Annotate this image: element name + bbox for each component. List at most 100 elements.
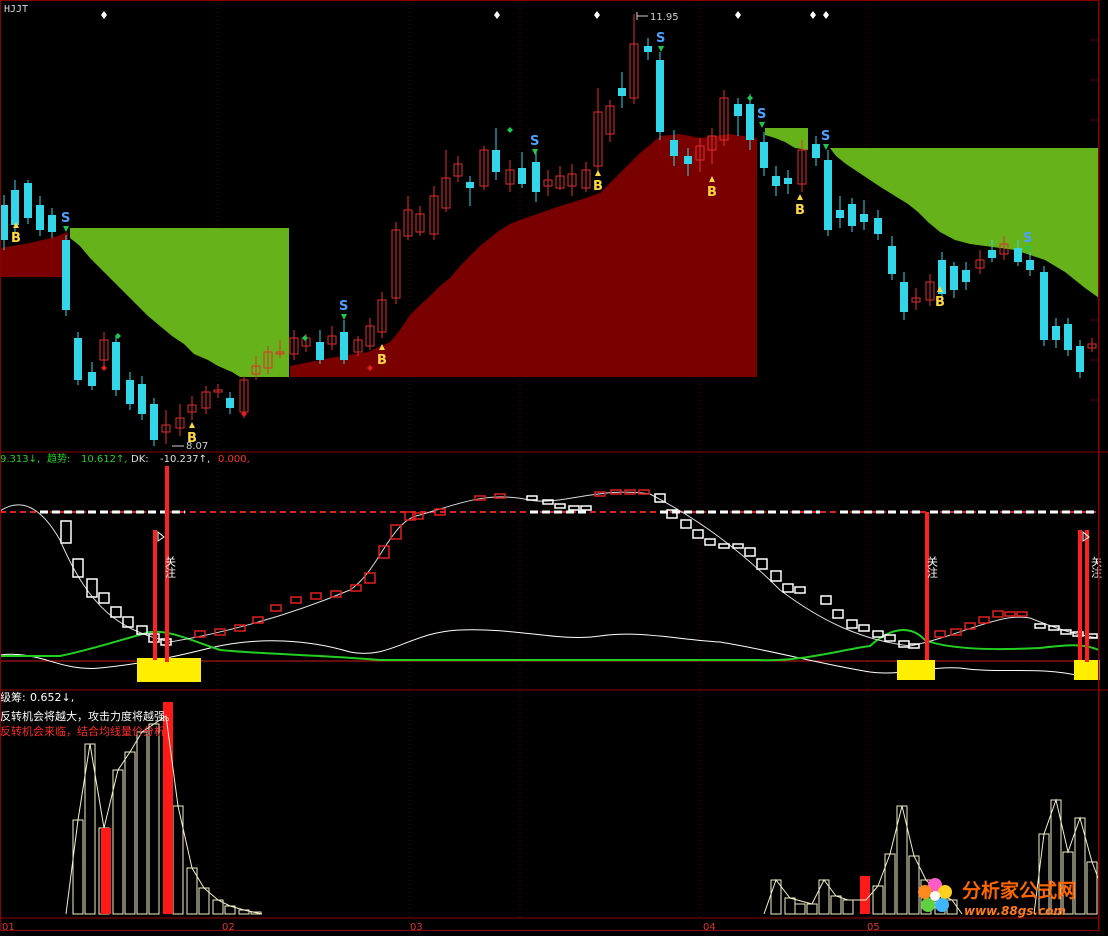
x-axis-label-01: 01 <box>2 922 15 932</box>
candle-body <box>36 205 44 230</box>
logo-url: www.88gs.com <box>964 904 1066 918</box>
price-low-label: 8.07 <box>186 441 208 452</box>
candle-body <box>466 182 474 188</box>
candle-body <box>48 215 56 232</box>
sell-signal-label: S <box>1023 231 1032 246</box>
note-line-2: 反转机会来临，结合均线量价分析 <box>0 724 165 738</box>
candle-body <box>670 140 678 156</box>
candle-body <box>11 190 19 225</box>
candle-body <box>150 404 158 440</box>
candle-down <box>74 332 82 385</box>
buy-signal-label: B <box>795 203 805 218</box>
candle-down <box>150 398 158 446</box>
candle-body <box>1014 248 1022 262</box>
candle-body <box>1064 324 1072 350</box>
yellow-zone <box>1074 660 1100 680</box>
sell-signal-label: S <box>656 31 665 46</box>
chips-value: 0.652↓, <box>30 691 74 704</box>
candle-body <box>772 176 780 186</box>
candle-body <box>836 210 844 218</box>
sell-signal-label: S <box>339 299 348 314</box>
candle-down <box>656 52 664 140</box>
attention-label: 关注 <box>926 555 939 578</box>
candle-down <box>112 336 120 396</box>
candle-body <box>62 240 70 310</box>
candle-body <box>760 142 768 168</box>
candle-down <box>1040 266 1048 346</box>
candle-body <box>734 104 742 116</box>
candle-body <box>824 160 832 230</box>
buy-signal-label: B <box>593 179 603 194</box>
chips-label: 级筹: <box>0 690 26 704</box>
attention-spike <box>153 530 157 660</box>
candle-body <box>950 266 958 290</box>
candle-body <box>112 342 120 390</box>
histogram-bar-red <box>101 828 111 914</box>
candle-down <box>62 235 70 316</box>
logo-name: 分析家公式网 <box>962 879 1076 902</box>
candle-body <box>74 338 82 380</box>
candle-body <box>138 384 146 414</box>
candle-body <box>492 150 500 172</box>
attention-spike <box>1078 530 1082 660</box>
buy-signal-label: B <box>11 231 21 246</box>
candle-body <box>988 250 996 258</box>
candle-body <box>860 214 868 222</box>
candle-body <box>888 246 896 274</box>
candle-body <box>812 144 820 158</box>
candle-body <box>1026 260 1034 270</box>
sell-signal-label: S <box>757 107 766 122</box>
dk-value: -10.237↑, <box>160 454 210 465</box>
price-high-label: 11.95 <box>650 12 679 23</box>
candle-body <box>24 183 32 218</box>
trend-label: 趋势: <box>47 452 70 465</box>
x-axis-label-04: 04 <box>703 922 716 932</box>
candle-body <box>126 380 134 404</box>
candle-body <box>784 178 792 184</box>
candle-body <box>874 218 882 234</box>
candle-down <box>24 180 32 224</box>
note-line-1: 反转机会将越大，攻击力度将越强。 <box>0 709 176 723</box>
candle-body <box>532 162 540 192</box>
trend-value: 10.612↑, <box>81 454 128 465</box>
attention-label: 关注 <box>1090 555 1103 578</box>
x-axis-label-05: 05 <box>867 922 880 932</box>
candle-body <box>1040 272 1048 340</box>
candle-body <box>518 168 526 184</box>
candle-body <box>0 205 8 240</box>
candle-body <box>316 342 324 360</box>
x-axis-label-02: 02 <box>222 922 235 932</box>
indicator-value-1: 9.313↓, <box>0 454 40 465</box>
sell-signal-label: S <box>530 134 539 149</box>
candle-body <box>1076 346 1084 372</box>
candle-body <box>644 46 652 52</box>
x-axis-label-03: 03 <box>410 922 423 932</box>
candle-body <box>962 270 970 282</box>
chart-stage: SSSSSSSBBBBBBB 11.95 8.07 HJJT 关注 关注 关注 9.… <box>0 0 1108 933</box>
histogram-bar-red <box>860 876 870 914</box>
buy-signal-label: B <box>935 295 945 310</box>
stock-chart: SSSSSSSBBBB BBB 11.95 8.07 HJJT 关注 关注 关注 9.… <box>0 0 1108 933</box>
candle-body <box>656 60 664 132</box>
yellow-zone <box>897 660 935 680</box>
candle-body <box>226 398 234 408</box>
sell-signal-label: S <box>61 211 70 226</box>
candle-body <box>1052 326 1060 340</box>
attention-spike <box>925 512 929 660</box>
candle-down <box>824 150 832 236</box>
main-panel-label: HJJT <box>4 4 28 15</box>
sell-signal-label: S <box>821 129 830 144</box>
extra-value: 0.000, <box>218 454 250 465</box>
candle-body <box>848 204 856 226</box>
buy-signal-label: B <box>377 353 387 368</box>
candle-body <box>340 332 348 360</box>
candle-body <box>746 104 754 140</box>
candle-body <box>88 372 96 386</box>
attention-label: 关注 <box>164 555 177 578</box>
attention-spike <box>1085 530 1089 662</box>
candle-body <box>684 156 692 164</box>
buy-signal-label: B <box>707 185 717 200</box>
candle-body <box>618 88 626 96</box>
candle-body <box>900 282 908 312</box>
dk-label: DK: <box>131 454 149 465</box>
